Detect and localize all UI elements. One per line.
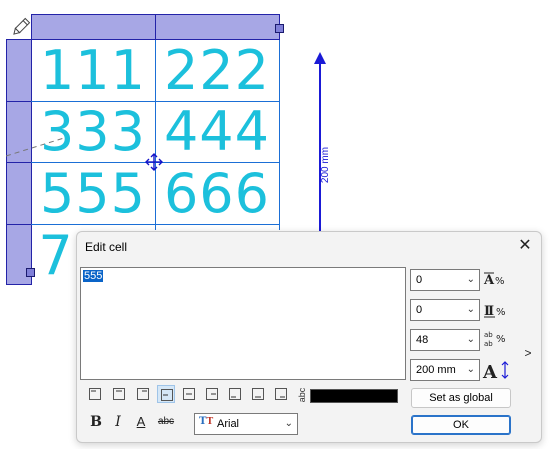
vertical-text-button[interactable]: abc <box>295 384 309 406</box>
align-bottom-center-button[interactable] <box>249 385 267 403</box>
letter-spacing-select[interactable]: 0 ⌄ <box>410 269 480 291</box>
svg-text:A: A <box>482 362 498 381</box>
table-cell-r2c1[interactable]: 333 <box>31 102 155 162</box>
align-middle-left-button[interactable] <box>157 385 175 403</box>
underline-button[interactable]: A <box>132 412 150 432</box>
align-top-left-button[interactable] <box>86 385 104 403</box>
column-header-2[interactable] <box>155 14 280 40</box>
grid-line <box>279 40 280 230</box>
text-height-select[interactable]: 200 mm ⌄ <box>410 359 480 381</box>
letter-spacing-value: 0 <box>416 274 423 286</box>
table-cell-r3c2[interactable]: 666 <box>155 164 279 224</box>
set-as-global-button[interactable]: Set as global <box>411 388 511 408</box>
resize-handle[interactable] <box>275 24 284 33</box>
truetype-font-icon: TT <box>199 416 214 427</box>
edit-cell-dialog: Edit cell ✕ 555 0 ⌄ A % 0 ⌄ I I % 48 ⌄ ab a… <box>76 231 542 443</box>
svg-text:ab: ab <box>484 331 493 339</box>
row-header-1[interactable] <box>6 39 32 102</box>
letter-spacing-icon: A % <box>482 269 512 291</box>
close-icon[interactable]: ✕ <box>517 237 533 255</box>
align-bottom-left-button[interactable] <box>226 385 244 403</box>
font-select[interactable]: TT Arial ⌄ <box>194 413 298 435</box>
expand-panel-button[interactable]: > <box>522 344 534 362</box>
ok-button[interactable]: OK <box>411 415 511 435</box>
move-icon[interactable] <box>145 153 163 171</box>
bold-button[interactable]: B <box>87 412 105 432</box>
align-top-right-button[interactable] <box>134 385 152 403</box>
chevron-down-icon: ⌄ <box>466 304 475 315</box>
align-bottom-right-button[interactable] <box>272 385 290 403</box>
cell-text-selection: 555 <box>83 270 104 282</box>
line-spacing-value: 0 <box>416 304 423 316</box>
svg-text:%: % <box>496 307 506 318</box>
table-cell-r3c1[interactable]: 555 <box>31 164 155 224</box>
resize-handle[interactable] <box>26 268 35 277</box>
font-size-icon: ab ab % <box>482 329 512 351</box>
align-middle-center-button[interactable] <box>180 385 198 403</box>
font-size-value: 48 <box>416 334 429 346</box>
chevron-down-icon: ⌄ <box>466 274 475 285</box>
font-name: Arial <box>217 418 240 430</box>
chevron-down-icon: ⌄ <box>466 364 475 375</box>
pencil-icon[interactable] <box>10 16 32 38</box>
color-swatch[interactable] <box>310 389 398 403</box>
dialog-title: Edit cell <box>85 240 128 254</box>
strikethrough-button[interactable]: abc <box>153 412 179 432</box>
text-height-value: 200 mm <box>416 364 456 376</box>
svg-text:%: % <box>495 276 505 287</box>
svg-text:ab: ab <box>484 340 493 348</box>
row-header-3[interactable] <box>6 162 32 225</box>
italic-button[interactable]: I <box>109 412 127 432</box>
chevron-down-icon: ⌄ <box>466 334 475 345</box>
text-height-icon: A <box>482 359 512 383</box>
vertical-text-label: abc <box>297 387 307 403</box>
chevron-down-icon: ⌄ <box>284 418 293 429</box>
column-header-1[interactable] <box>31 14 156 40</box>
table-cell-r1c1[interactable]: 111 <box>31 41 155 101</box>
table-cell-r1c2[interactable]: 222 <box>155 41 279 101</box>
line-spacing-icon: I I % <box>482 299 512 321</box>
align-middle-right-button[interactable] <box>203 385 221 403</box>
svg-text:A: A <box>483 273 495 288</box>
font-size-select[interactable]: 48 ⌄ <box>410 329 480 351</box>
align-top-center-button[interactable] <box>110 385 128 403</box>
cell-text-area[interactable]: 555 <box>80 267 406 380</box>
svg-text:%: % <box>496 334 506 345</box>
dimension-label: 200 mm <box>320 146 331 184</box>
table-cell-r2c2[interactable]: 444 <box>155 102 279 162</box>
line-spacing-select[interactable]: 0 ⌄ <box>410 299 480 321</box>
